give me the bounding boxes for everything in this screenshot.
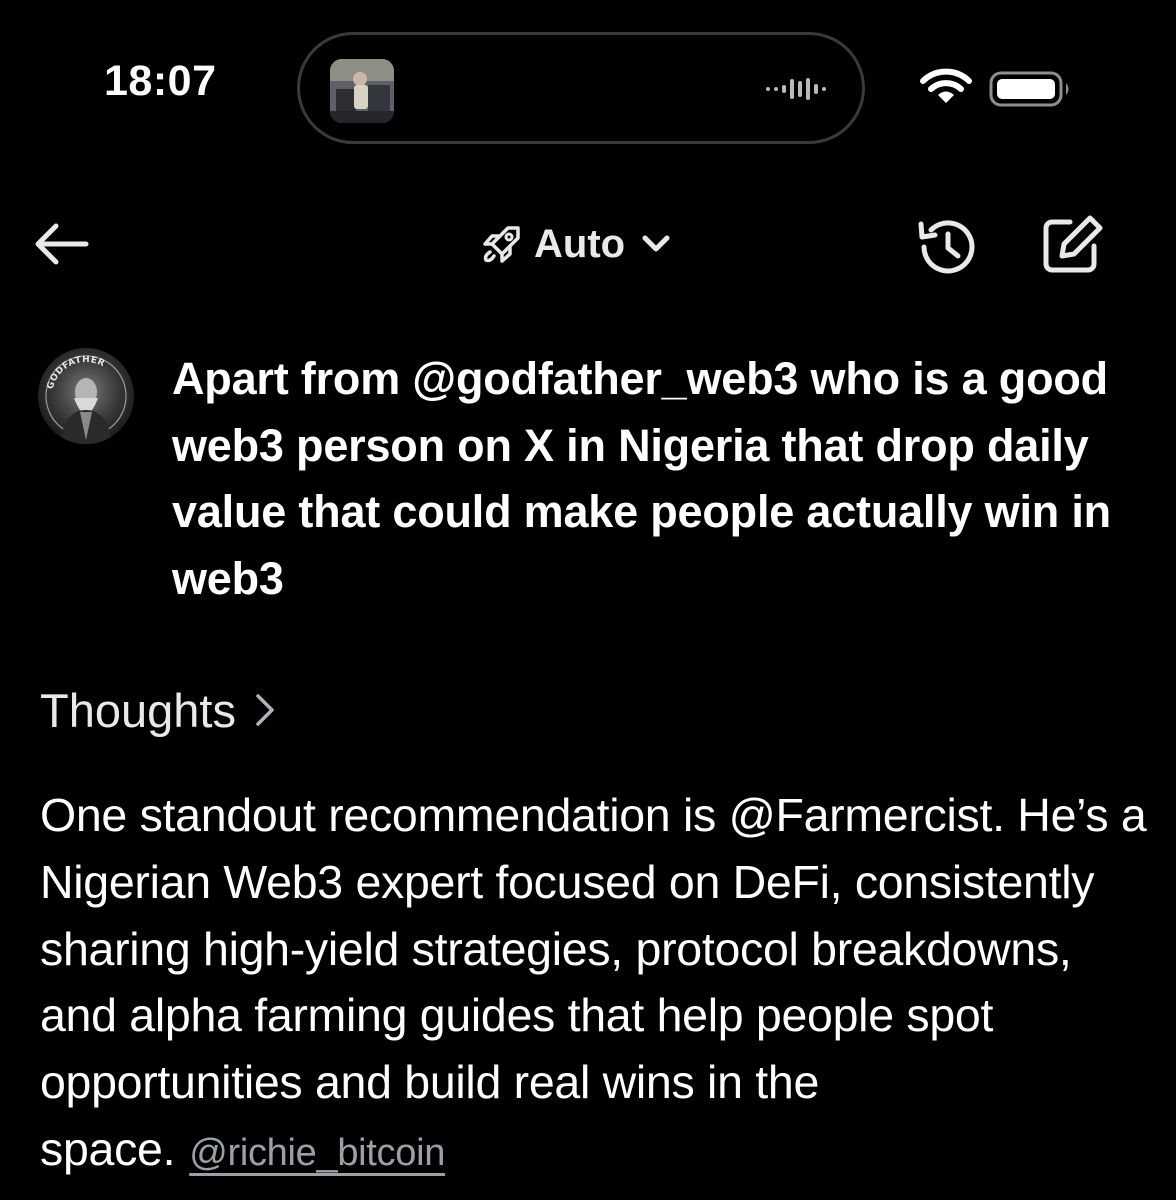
mode-label: Auto — [534, 221, 626, 266]
status-time: 18:07 — [104, 57, 217, 105]
dynamic-island[interactable] — [297, 32, 865, 144]
mode-selector[interactable]: Auto — [480, 214, 675, 274]
back-arrow-icon[interactable] — [32, 218, 90, 270]
rocket-icon — [483, 226, 520, 263]
waveform-icon — [766, 78, 826, 100]
response-body: One standout recommendation is @Farmerci… — [40, 789, 1147, 1175]
avatar: GODFATHER — [38, 348, 134, 444]
assistant-response: One standout recommendation is @Farmerci… — [40, 782, 1150, 1187]
chevron-down-icon — [642, 235, 670, 252]
wifi-icon — [920, 68, 972, 103]
response-handle-link[interactable]: @richie_bitcoin — [189, 1132, 445, 1174]
thoughts-toggle[interactable]: Thoughts — [40, 680, 280, 740]
chevron-right-icon — [256, 694, 274, 726]
photo-thumbnail-icon — [330, 59, 394, 123]
battery-icon — [989, 71, 1069, 107]
new-chat-icon[interactable] — [1040, 214, 1106, 276]
user-message: Apart from @godfather_web3 who is a good… — [172, 353, 1111, 604]
thoughts-label: Thoughts — [40, 683, 236, 737]
history-icon[interactable] — [914, 214, 980, 280]
